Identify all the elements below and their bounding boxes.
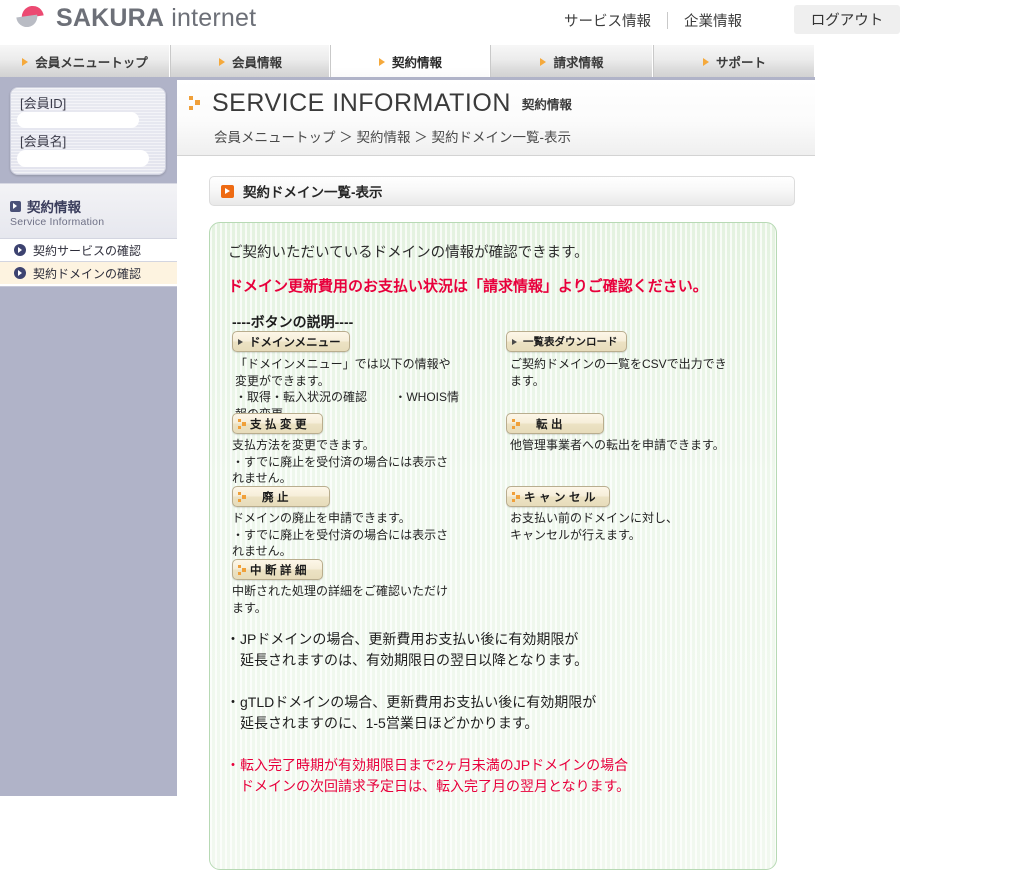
member-id-label: [会員ID] — [20, 96, 67, 111]
button-label: 転出 — [536, 418, 566, 431]
triangle-icon — [702, 57, 711, 66]
panel-lead-text: ご契約いただいているドメインの情報が確認できます。 — [228, 245, 589, 261]
cancel-button[interactable]: キャンセル — [506, 486, 610, 507]
suspension-detail-button[interactable]: 中断詳細 — [232, 559, 323, 580]
topnav-link-company-info[interactable]: 企業情報 — [668, 10, 758, 31]
cancel-description: お支払い前のドメインに対し、 キャンセルが行えます。 — [510, 511, 679, 542]
panel-title-bar: 契約ドメイン一覧-表示 — [209, 176, 795, 206]
sidebar-item-contract-domain[interactable]: 契約ドメインの確認 — [0, 261, 177, 284]
sidebar-list-end — [0, 284, 177, 287]
tab-label: 会員メニュートップ — [35, 55, 148, 70]
tab-label: 請求情報 — [553, 55, 604, 70]
panel-warning-text: ドメイン更新費用のお支払い状況は「請求情報」よりご確認ください。 — [228, 278, 708, 295]
sidebar-item-label: 契約ドメインの確認 — [33, 266, 142, 281]
button-label: 中断詳細 — [250, 564, 310, 577]
square-arrow-icon — [10, 200, 21, 212]
sidebar-section-subtitle: Service Information — [10, 216, 105, 228]
list-download-button[interactable]: 一覧表ダウンロード — [506, 331, 627, 352]
sidebar-item-label: 契約サービスの確認 — [33, 243, 142, 258]
domain-menu-button[interactable]: ドメインメニュー — [232, 331, 350, 352]
triangle-icon — [21, 57, 30, 66]
main-content: SERVICE INFORMATION 契約情報 会員メニュートップ ＞ 契約情… — [177, 80, 815, 870]
orange-dots-icon — [238, 418, 248, 430]
page-subtitle: 契約情報 — [521, 98, 572, 112]
payment-change-button[interactable]: 支払変更 — [232, 413, 323, 434]
transfer-out-description: 他管理事業者への転出を申請できます。 — [510, 438, 725, 452]
logout-button[interactable]: ログアウト — [794, 5, 900, 34]
circle-arrow-icon — [14, 267, 26, 279]
orange-dots-icon — [189, 95, 201, 112]
tab-label: サポート — [715, 55, 766, 70]
sidebar-item-contract-service[interactable]: 契約サービスの確認 — [0, 238, 177, 261]
tab-contract-info[interactable]: 契約情報 — [330, 45, 490, 77]
sidebar: [会員ID] [会員名] 契約情報 Service Information 契約… — [0, 80, 177, 796]
tab-label: 会員情報 — [231, 55, 282, 70]
triangle-icon — [378, 57, 387, 66]
button-label: 支払変更 — [250, 418, 310, 431]
note-transfer-in-red: ・転入完了時期が有効期限日まで2ヶ月未満のJPドメインの場合 ドメインの次回請求… — [226, 757, 631, 794]
tab-billing-info[interactable]: 請求情報 — [490, 45, 653, 77]
list-download-description: ご契約ドメインの一覧をCSVで出力でき ます。 — [510, 357, 727, 388]
member-name-value-redacted — [17, 150, 149, 167]
sidebar-section-title-row: 契約情報 — [10, 196, 81, 216]
tab-support[interactable]: サポート — [653, 45, 815, 77]
abolish-button[interactable]: 廃止 — [232, 486, 330, 507]
content-panel: ご契約いただいているドメインの情報が確認できます。 ドメイン更新費用のお支払い状… — [209, 222, 777, 870]
page-title: SERVICE INFORMATION — [212, 89, 511, 117]
orange-dots-icon — [512, 491, 522, 503]
button-label: 一覧表ダウンロード — [523, 336, 618, 348]
panel-title-text: 契約ドメイン一覧-表示 — [243, 185, 383, 200]
top-bar: SAKURA internet サービス情報 企業情報 ログアウト — [0, 0, 1024, 44]
button-label: ドメインメニュー — [249, 336, 341, 349]
sidebar-section-title: 契約情報 — [27, 200, 81, 215]
service-header: SERVICE INFORMATION 契約情報 会員メニュートップ ＞ 契約情… — [177, 80, 815, 156]
button-label: キャンセル — [524, 491, 599, 504]
transfer-out-button[interactable]: 転出 — [506, 413, 604, 434]
orange-dots-icon — [238, 491, 248, 503]
brand-name: SAKURA internet — [56, 4, 256, 33]
top-navigation: サービス情報 企業情報 — [548, 10, 758, 31]
abolish-description: ドメインの廃止を申請できます。 ・すでに廃止を受付済の場合には表示さ れません。 — [232, 511, 449, 559]
circle-arrow-icon — [14, 244, 26, 256]
note-gtld-domain: ・gTLDドメインの場合、更新費用お支払い後に有効期限が 延長されますのに、1-… — [226, 694, 597, 731]
member-info-box: [会員ID] [会員名] — [10, 87, 166, 175]
sidebar-section-header: 契約情報 Service Information — [0, 183, 177, 239]
member-id-value-redacted — [17, 112, 139, 128]
triangle-icon — [539, 57, 548, 66]
service-title-row: SERVICE INFORMATION 契約情報 — [189, 91, 572, 116]
tab-member-menu-top[interactable]: 会員メニュートップ — [0, 45, 170, 77]
orange-dots-icon — [238, 564, 248, 576]
brand-name-bold: SAKURA — [56, 3, 165, 32]
button-label: 廃止 — [262, 491, 292, 504]
breadcrumb: 会員メニュートップ ＞ 契約情報 ＞ 契約ドメイン一覧-表示 — [214, 130, 571, 145]
payment-change-description: 支払方法を変更できます。 ・すでに廃止を受付済の場合には表示さ れません。 — [232, 438, 449, 486]
member-name-label: [会員名] — [20, 134, 67, 149]
triangle-icon — [218, 57, 227, 66]
tab-label: 契約情報 — [391, 55, 442, 70]
topnav-link-service-info[interactable]: サービス情報 — [548, 10, 667, 31]
suspension-detail-description: 中断された処理の詳細をご確認いただけ ます。 — [232, 584, 449, 615]
orange-square-arrow-icon — [221, 184, 234, 198]
orange-dots-icon — [512, 418, 522, 430]
buttons-explanation-heading: ----ボタンの説明---- — [232, 314, 354, 330]
brand-name-thin: internet — [164, 3, 257, 32]
note-jp-domain: ・JPドメインの場合、更新費用お支払い後に有効期限が 延長されますのは、有効期限… — [226, 631, 589, 668]
brand-logo[interactable]: SAKURA internet — [14, 3, 256, 33]
tab-member-info[interactable]: 会員情報 — [170, 45, 330, 77]
main-tab-bar: 会員メニュートップ 会員情報 契約情報 請求情報 サポート — [0, 45, 815, 77]
sakura-petal-logo-icon — [14, 3, 48, 33]
